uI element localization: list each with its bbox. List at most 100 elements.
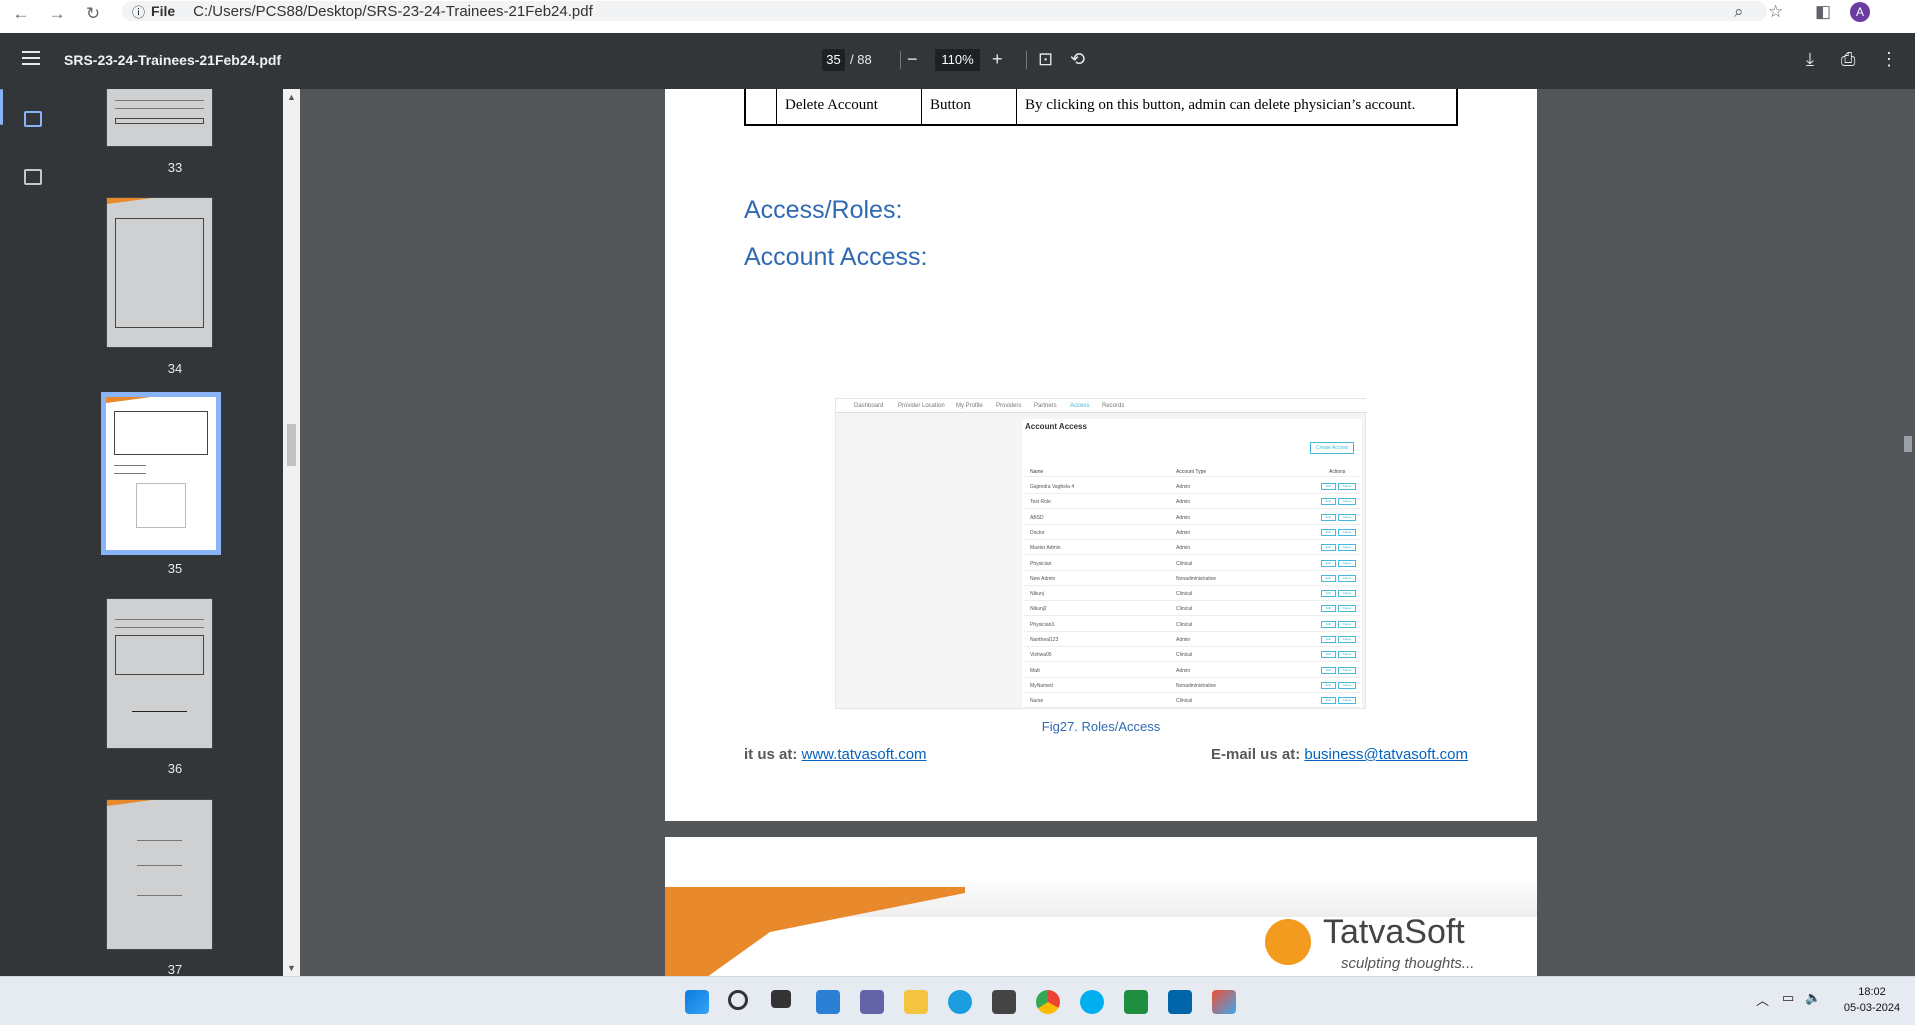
figure-row-delete: Delete	[1338, 559, 1356, 567]
figure-row-name: Nantheal123	[1030, 637, 1059, 643]
thumbnail-label: 35	[167, 561, 183, 576]
url-text[interactable]: C:/Users/PCS88/Desktop/SRS-23-24-Trainee…	[193, 3, 593, 20]
print-icon[interactable]: ⎙	[1841, 48, 1855, 70]
network-icon[interactable]: ▭	[1782, 990, 1794, 1006]
chrome-icon[interactable]	[1036, 990, 1060, 1014]
zoom-in-icon[interactable]: +	[992, 48, 1003, 70]
zoom-lens-icon[interactable]: ⌕	[1734, 2, 1744, 22]
zoom-out-icon[interactable]: −	[907, 48, 918, 70]
table-cell: Button	[921, 89, 1016, 124]
figure-row-edit: Edit	[1321, 651, 1336, 659]
thumbnail-scrollbar[interactable]: ▲ ▼	[283, 89, 300, 976]
skype-icon[interactable]	[1080, 990, 1104, 1014]
thumbnail-label: 37	[167, 962, 183, 976]
volume-icon[interactable]: 🔈	[1805, 990, 1821, 1006]
figure-row-name: MyNamed	[1030, 682, 1053, 689]
figure-tab: Providers	[996, 403, 1022, 409]
account-access-figure: Dashboard Provider Location My Profile P…	[835, 398, 1367, 709]
address-bar[interactable]: ⓘ File C:/Users/PCS88/Desktop/SRS-23-24-…	[122, 1, 1767, 21]
info-icon[interactable]: ⓘ	[132, 2, 145, 21]
figure-row-name: Physician3	[1030, 621, 1055, 628]
download-icon[interactable]: ⤓	[1806, 48, 1814, 70]
figure-row-delete: Delete	[1338, 651, 1356, 659]
email-link[interactable]: business@tatvasoft.com	[1304, 746, 1468, 763]
scroll-up-icon[interactable]: ▲	[287, 92, 296, 102]
clock-time: 18:02	[1858, 986, 1886, 998]
start-icon[interactable]	[685, 990, 709, 1014]
more-options-icon[interactable]: ⋮	[1880, 48, 1898, 70]
figure-row-type: Nonadministrative	[1176, 682, 1217, 689]
scrollbar-thumb[interactable]	[287, 424, 296, 466]
figure-row-name: Nikunj	[1030, 591, 1044, 598]
system-clock[interactable]: 18:02 05-03-2024	[1836, 984, 1908, 1016]
profile-avatar[interactable]: A	[1850, 2, 1870, 22]
widgets-icon[interactable]	[816, 990, 840, 1014]
header-orange-swoosh	[665, 887, 965, 976]
store-icon[interactable]	[992, 990, 1016, 1014]
document-scrollbar[interactable]	[1898, 89, 1915, 976]
figure-caption: Fig27. Roles/Access	[1041, 719, 1161, 734]
figure-row-edit: Edit	[1321, 528, 1336, 536]
figure-row-edit: Edit	[1321, 697, 1336, 705]
toolbar-divider	[1026, 51, 1027, 69]
thumbnail-panel: 33 34 35 36 37	[67, 89, 283, 976]
thumbnails-icon[interactable]	[24, 111, 42, 127]
figure-tabs: Dashboard Provider Location My Profile P…	[836, 399, 1367, 413]
figure-table-row: Nikunj2 Clinical Edit Delete	[1024, 601, 1360, 617]
figure-table-header: Name Account Type Actions	[1024, 467, 1360, 477]
figure-row-edit: Edit	[1321, 574, 1336, 582]
figure-row-edit: Edit	[1321, 590, 1336, 598]
menu-icon[interactable]	[22, 51, 40, 65]
sidebar-rail	[0, 89, 67, 976]
figure-table-row: Vishwa05 Clinical Edit Delete	[1024, 647, 1360, 663]
figure-row-delete: Delete	[1338, 574, 1356, 582]
figure-row-type: Clinical	[1176, 560, 1193, 567]
page-number-input[interactable]: 35	[822, 49, 845, 71]
table-cell: Delete Account	[776, 89, 921, 124]
git-tool-icon[interactable]	[1212, 990, 1236, 1014]
file-chip: File	[151, 3, 176, 19]
figure-row-type: Admin	[1176, 637, 1191, 643]
figure-row-edit: Edit	[1321, 605, 1336, 613]
chat-icon[interactable]	[860, 990, 884, 1014]
figure-table-row: Nantheal123 Admin Edit Delete	[1024, 632, 1360, 647]
scroll-down-icon[interactable]: ▼	[287, 963, 296, 973]
forward-icon[interactable]: →	[42, 4, 72, 24]
tray-chevron-icon[interactable]: ︿	[1756, 990, 1769, 1009]
figure-row-delete: Delete	[1338, 605, 1356, 613]
figure-row-type: Admin	[1176, 529, 1191, 536]
reload-icon[interactable]: ↻	[78, 4, 108, 24]
thumbnail-page-37[interactable]	[106, 799, 213, 950]
thumbnail-page-34[interactable]	[106, 197, 213, 348]
zoom-level-input[interactable]: 110%	[935, 49, 980, 71]
rotate-icon[interactable]: ⟲	[1070, 48, 1085, 70]
figure-create-button: Create Access	[1310, 442, 1354, 454]
figure-table-row: Nurse Clinical Edit Delete	[1024, 693, 1360, 709]
task-view-icon[interactable]	[771, 990, 791, 1008]
thumbnail-label: 34	[167, 361, 183, 376]
figure-row-delete: Delete	[1338, 681, 1356, 689]
scrollbar-thumb[interactable]	[1904, 436, 1912, 452]
thumbnail-page-36[interactable]	[106, 598, 213, 749]
sheets-icon[interactable]	[1124, 990, 1148, 1014]
edge-icon[interactable]	[948, 990, 972, 1014]
heading-account-access: Account Access:	[744, 243, 928, 271]
figure-row-edit: Edit	[1321, 483, 1336, 490]
search-icon[interactable]	[728, 990, 748, 1010]
website-link[interactable]: www.tatvasoft.com	[802, 746, 927, 763]
thumbnail-page-33[interactable]	[106, 89, 213, 147]
figure-table-row: Nikunj Clinical Edit Delete	[1024, 586, 1360, 602]
figure-table-row: Matt Admin Edit Delete	[1024, 663, 1360, 678]
figure-row-type: Clinical	[1176, 698, 1193, 705]
outline-icon[interactable]	[24, 169, 42, 185]
back-icon[interactable]: ←	[6, 4, 36, 24]
figure-row-type: Clinical	[1176, 621, 1193, 628]
fit-page-icon[interactable]: ⊡	[1038, 48, 1053, 70]
bookmark-star-icon[interactable]: ☆	[1768, 2, 1783, 22]
side-panel-icon[interactable]: ◧	[1815, 2, 1831, 22]
vscode-icon[interactable]	[1168, 990, 1192, 1014]
file-explorer-icon[interactable]	[904, 990, 928, 1014]
figure-row-type: Admin	[1176, 484, 1191, 490]
thumbnail-page-35[interactable]	[101, 392, 221, 555]
active-indicator	[0, 89, 3, 125]
